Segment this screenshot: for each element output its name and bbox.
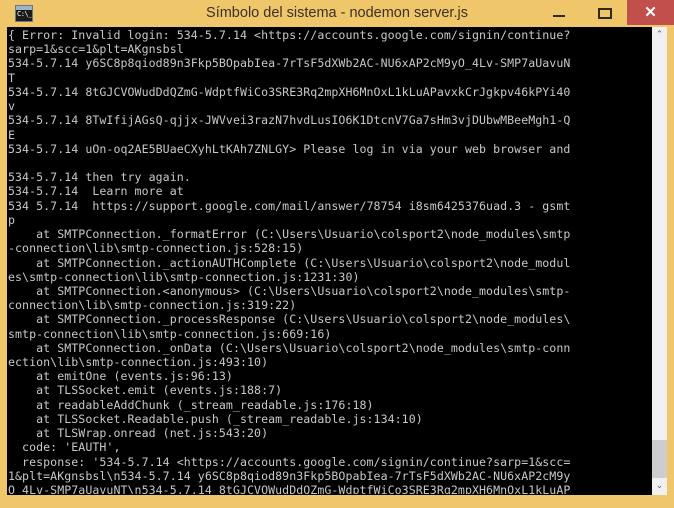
scroll-down-button[interactable]: ⌄ [652, 478, 667, 495]
cmd-icon: C:\_ [15, 5, 33, 22]
maximize-icon [598, 8, 612, 19]
window-border-left [0, 27, 7, 508]
minimize-button[interactable] [536, 0, 582, 25]
window-border-bottom [0, 495, 674, 508]
maximize-button[interactable] [582, 0, 628, 25]
minimize-icon [553, 15, 565, 17]
window-border-right [667, 27, 674, 508]
close-button[interactable]: ✕ [627, 0, 674, 25]
cmd-icon-prompt: C:\_ [17, 10, 32, 18]
scroll-up-button[interactable]: ⌃ [652, 27, 667, 44]
console-scrollbar[interactable]: ⌃ ⌄ [651, 27, 667, 495]
console-text: { Error: Invalid login: 534-5.7.14 <http… [8, 28, 651, 494]
scroll-track[interactable] [652, 44, 667, 495]
console-output-area[interactable]: { Error: Invalid login: 534-5.7.14 <http… [7, 27, 667, 495]
close-icon: ✕ [644, 4, 657, 21]
console-window: C:\_ Símbolo del sistema - nodemon serve… [0, 0, 674, 508]
title-bar[interactable]: C:\_ Símbolo del sistema - nodemon serve… [0, 0, 674, 27]
